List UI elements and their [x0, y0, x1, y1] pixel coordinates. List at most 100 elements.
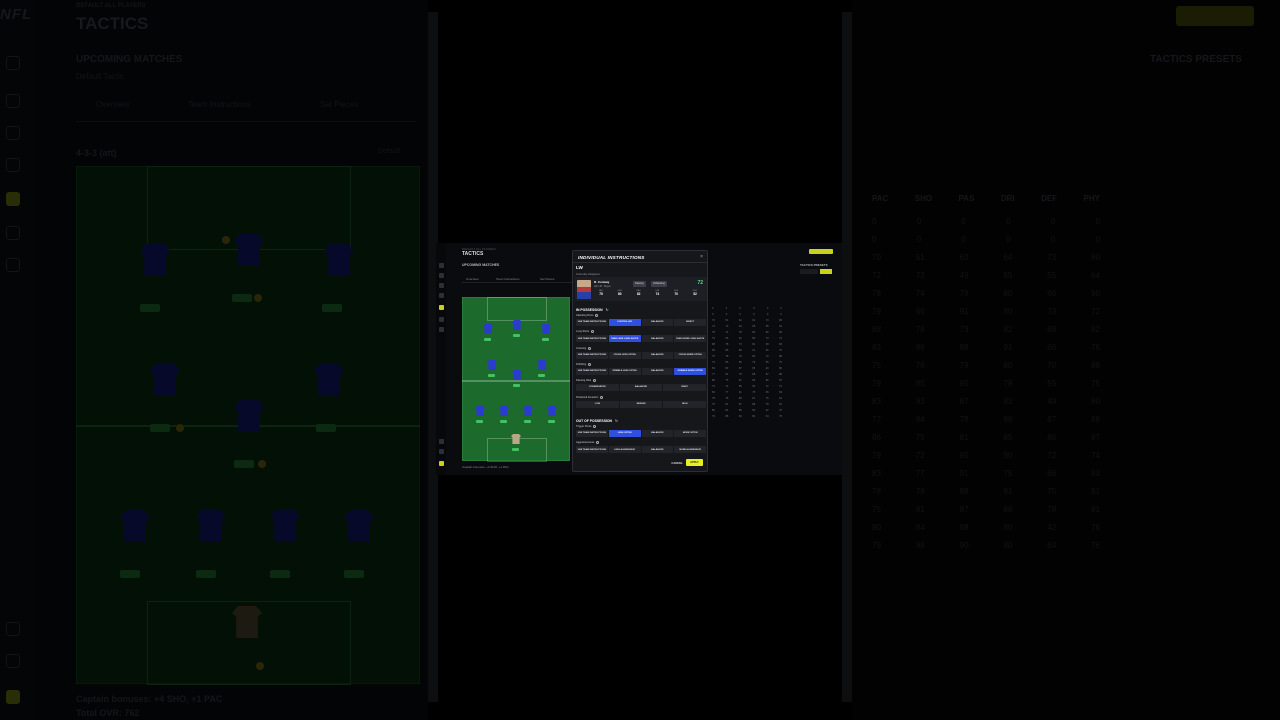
player-jersey[interactable] [547, 406, 557, 416]
info-icon[interactable] [593, 425, 597, 428]
bg-page-title: TACTICS [76, 14, 149, 33]
divider [573, 262, 707, 263]
nav-icon[interactable] [439, 439, 444, 444]
instruction-label-text: Trigger Press [576, 425, 592, 429]
player-jersey[interactable] [512, 370, 522, 380]
instruction-option-button[interactable]: USE TEAM INSTRUCTIONS [576, 351, 608, 359]
tab-overview[interactable]: Overview [466, 277, 479, 281]
instruction-option-button[interactable]: TAKE MORE LONG SHOTS [674, 335, 706, 343]
instruction-option-button[interactable]: MORE OFTEN [674, 430, 706, 437]
instruction-option-button[interactable]: BALANCED [641, 335, 674, 343]
goalkeeper-jersey[interactable] [511, 434, 521, 444]
instruction-option-button[interactable]: MEDIUM [619, 400, 663, 408]
player-jersey[interactable] [487, 360, 497, 370]
nav-rail [436, 243, 446, 475]
cancel-button[interactable]: CANCEL [671, 461, 683, 465]
instruction-options: USE TEAM INSTRUCTIONS CONTROLLED BALANCED D… [576, 319, 706, 326]
player-jersey[interactable] [475, 406, 485, 416]
nav-icon[interactable] [439, 283, 444, 288]
instruction-option-button[interactable]: RISKY [663, 384, 707, 392]
instruction-option-button[interactable]: LESS AGGRESSIVE [608, 446, 641, 454]
bg-goalkeeper-jersey [232, 606, 262, 638]
instruction-option-button[interactable]: LOW [576, 400, 619, 408]
bg-tab-team-instructions: Team Instructions [188, 100, 251, 109]
info-icon[interactable] [591, 330, 595, 334]
info-icon[interactable] [588, 346, 592, 350]
instruction-option-button[interactable]: BALANCED [619, 384, 663, 392]
player-jersey[interactable] [499, 406, 509, 416]
instruction-option-button[interactable]: TAKE LESS LONG SHOTS [608, 335, 641, 343]
player-jersey[interactable] [483, 324, 493, 334]
instruction-option-button[interactable]: HIGH [663, 400, 707, 408]
bg-stats-cell: 80 [1003, 541, 1013, 550]
reset-icon[interactable]: ↻ [615, 419, 618, 423]
preset-load-button[interactable] [820, 269, 832, 274]
nav-icon[interactable] [439, 263, 444, 268]
instruction-option-button[interactable]: BALANCED [641, 446, 674, 454]
instruction-option-button[interactable]: BALANCED [641, 351, 674, 359]
bg-stats-cell: 88 [1091, 361, 1100, 370]
nav-icon[interactable] [439, 449, 444, 454]
nav-icon-tactics[interactable] [439, 305, 444, 310]
preset-select[interactable] [800, 269, 818, 274]
bg-stats-cell: 76 [1091, 541, 1100, 550]
bg-formation-style: Default [378, 148, 401, 155]
instruction-option-button[interactable]: DRIBBLE LESS OFTEN [608, 367, 641, 375]
nav-icon[interactable] [439, 327, 444, 332]
nav-icon[interactable] [439, 273, 444, 278]
bg-stats-cell: 78 [915, 487, 925, 496]
nav-icon[interactable] [439, 317, 444, 322]
tab-team-instructions[interactable]: Team Instructions [496, 277, 520, 281]
bg-stats-cell: 78 [959, 415, 969, 424]
bg-stats-cell: 80 [872, 523, 881, 532]
chem-chip [513, 384, 520, 387]
instruction-label-text: Long Shots [576, 330, 590, 334]
apply-button[interactable]: APPLY [686, 459, 703, 466]
instruction-option-button[interactable]: USE TEAM INSTRUCTIONS [576, 367, 608, 375]
player-card[interactable]: R. Conway LW, LM · Skyes Passing Unblock… [575, 277, 707, 301]
instruction-option-button[interactable]: BALANCED [641, 367, 674, 375]
bg-stats-cell: 82 [1091, 325, 1100, 334]
player-jersey[interactable] [523, 406, 533, 416]
bg-nav-rail [0, 0, 36, 720]
instruction-option-button[interactable]: USE TEAM INSTRUCTIONS [576, 446, 608, 454]
nav-icon[interactable] [439, 293, 444, 298]
player-jersey[interactable] [537, 360, 547, 370]
reset-icon[interactable]: ↻ [606, 308, 609, 312]
bg-stats-cell: 77 [915, 469, 925, 478]
tab-set-pieces[interactable]: Set Pieces [540, 277, 554, 281]
chem-chip [500, 420, 507, 423]
info-icon[interactable] [600, 395, 604, 399]
instruction-option-button[interactable]: USE TEAM INSTRUCTIONS [576, 319, 608, 326]
player-jersey[interactable] [541, 324, 551, 334]
bg-stats-row: 79 72 85 90 72 74 [872, 451, 1100, 469]
info-icon[interactable] [588, 362, 592, 366]
player-jersey[interactable] [512, 320, 522, 330]
instruction-option-button[interactable]: LESS OFTEN [608, 430, 641, 437]
info-icon[interactable] [595, 314, 599, 317]
info-icon[interactable] [593, 379, 596, 383]
bg-nav-icon-active [6, 192, 20, 206]
info-icon[interactable] [596, 441, 600, 445]
instruction-option-button[interactable]: CONTROLLED [608, 319, 641, 326]
bg-chemistry-line: Captain bonuses: +4 SHO, +1 PAC [76, 694, 223, 704]
close-icon[interactable]: × [700, 254, 703, 260]
bg-role-badge [176, 424, 184, 432]
instruction-label: Long Shots [576, 330, 595, 334]
instruction-option-button[interactable]: CROSS LESS OFTEN [608, 351, 641, 359]
bg-stats-row: 0 0 0 0 0 0 [872, 217, 1100, 235]
bg-stats-cell: 0 [916, 235, 922, 244]
instruction-option-button[interactable]: USE TEAM INSTRUCTIONS [576, 335, 608, 343]
player-ovr: 72 [697, 280, 703, 286]
instruction-option-button[interactable]: DIRECT [674, 319, 706, 326]
instruction-option-button[interactable]: USE TEAM INSTRUCTIONS [576, 430, 608, 437]
instruction-option-button[interactable]: DRIBBLE MORE OFTEN [674, 367, 706, 375]
instruction-option-button[interactable]: CONSERVATIVE [576, 384, 619, 392]
instruction-option-button[interactable]: BALANCED [641, 319, 674, 326]
instruction-option-button[interactable]: CROSS MORE OFTEN [674, 351, 706, 359]
video-frame: NFL DEFAULT ALL PLAYERS TACTICS UPCOMING… [0, 0, 1280, 720]
top-action-button[interactable] [809, 249, 833, 254]
nav-icon[interactable] [439, 461, 444, 466]
instruction-option-button[interactable]: BALANCED [641, 430, 674, 437]
instruction-option-button[interactable]: MORE AGGRESSIVE [674, 446, 706, 454]
